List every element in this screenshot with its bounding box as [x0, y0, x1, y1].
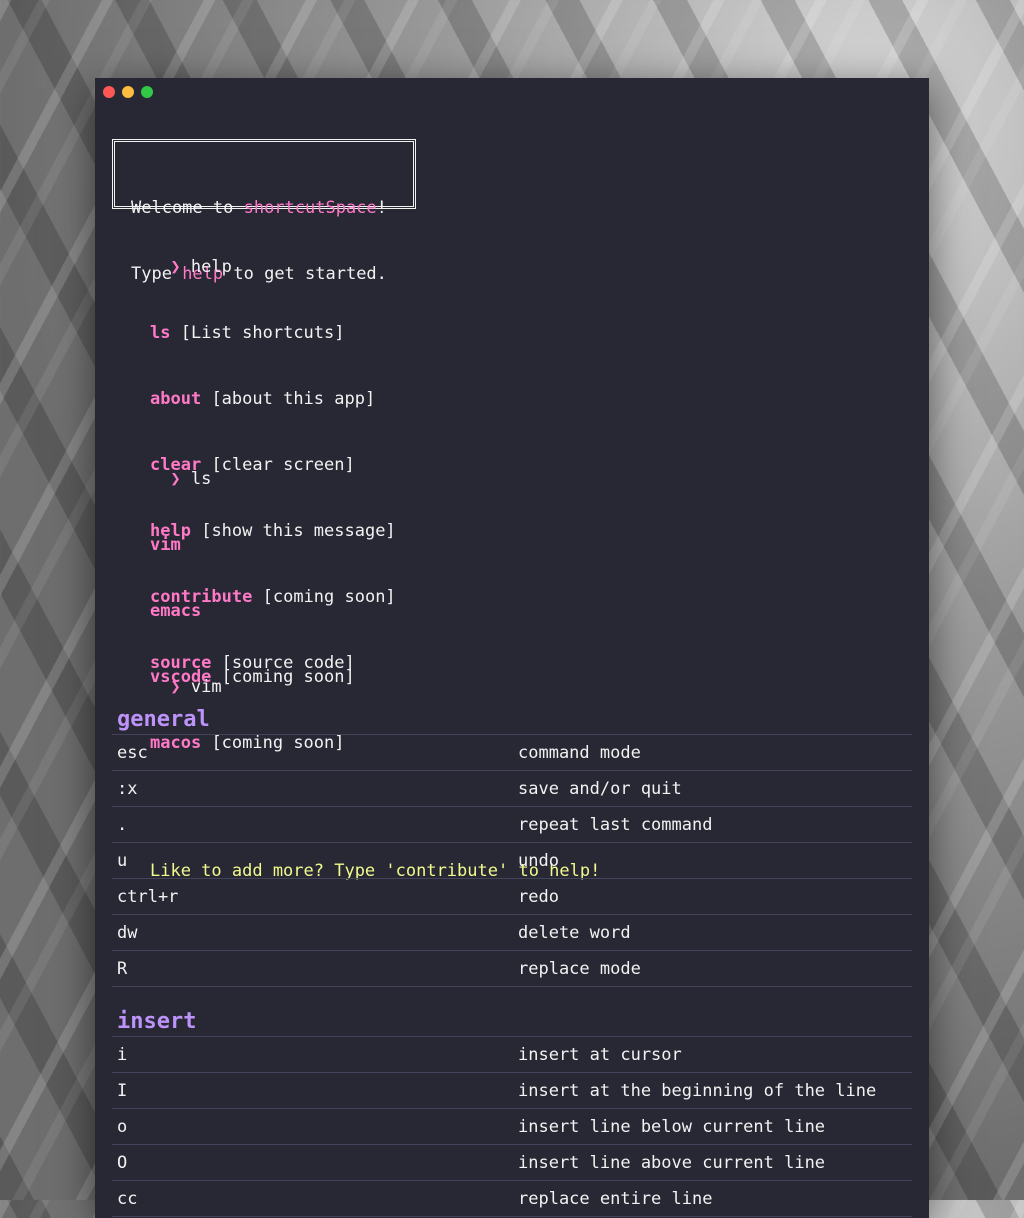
- shortcut-key: R: [117, 958, 128, 979]
- help-item: about [about this app]: [150, 389, 376, 409]
- shortcut-desc: redo: [518, 886, 559, 907]
- table-row: ctrl+r redo: [112, 878, 912, 914]
- terminal-window: Welcome to shortcutSpace! Type help to g…: [95, 78, 929, 1218]
- shortcut-desc: undo: [518, 850, 559, 871]
- ls-item: emacs: [150, 601, 202, 621]
- shortcut-key: u: [117, 850, 128, 871]
- prompt-input: vim: [190, 677, 222, 697]
- prompt-input: help: [190, 257, 232, 277]
- shortcut-desc: insert line below current line: [518, 1116, 826, 1137]
- help-item: ls [List shortcuts]: [150, 323, 345, 343]
- table-row: dw delete word: [112, 914, 912, 950]
- prompt-input: ls: [190, 469, 212, 489]
- shortcut-key: :x: [117, 778, 138, 799]
- shortcut-desc: replace entire line: [518, 1188, 713, 1209]
- zoom-button[interactable]: [141, 86, 153, 98]
- prompt-arrow-icon: ❯: [170, 469, 181, 489]
- shortcut-desc: insert at cursor: [518, 1044, 682, 1065]
- shortcut-desc: save and/or quit: [518, 778, 682, 799]
- shortcut-table-insert: i insert at cursor Iinsert at the beginni…: [112, 1036, 912, 1217]
- table-row: :x save and/or quit: [112, 770, 912, 806]
- table-row: Oinsert line above current line: [112, 1144, 912, 1180]
- app-name: shortcutSpace: [243, 198, 377, 218]
- section-title-general: general: [117, 707, 210, 732]
- table-row: Iinsert at the beginning of the line: [112, 1072, 912, 1108]
- shortcut-table-general: esc command mode :x save and/or quit . repe…: [112, 734, 912, 987]
- shortcut-key: dw: [117, 922, 138, 943]
- shortcut-key: cc: [117, 1188, 138, 1209]
- table-row: . repeat last command: [112, 806, 912, 842]
- shortcut-desc: repeat last command: [518, 814, 713, 835]
- shortcut-key: esc: [117, 742, 148, 763]
- shortcut-desc: insert at the beginning of the line: [518, 1080, 877, 1101]
- table-row: o insert line below current line: [112, 1108, 912, 1144]
- shortcut-key: o: [117, 1116, 128, 1137]
- table-row: u undo: [112, 842, 912, 878]
- shortcut-desc: insert line above current line: [518, 1152, 826, 1173]
- shortcut-desc: delete word: [518, 922, 631, 943]
- banner-line-1: Welcome to shortcutSpace!: [131, 198, 387, 218]
- table-row: esc command mode: [112, 734, 912, 770]
- section-title-insert: insert: [117, 1009, 197, 1034]
- shortcut-desc: command mode: [518, 742, 641, 763]
- shortcut-key: I: [117, 1080, 128, 1101]
- prompt-arrow-icon: ❯: [170, 677, 181, 697]
- shortcut-key: ctrl+r: [117, 886, 179, 907]
- minimize-button[interactable]: [122, 86, 134, 98]
- shortcut-desc: replace mode: [518, 958, 641, 979]
- ls-item: vim: [150, 535, 181, 555]
- prompt-arrow-icon: ❯: [170, 257, 181, 277]
- shortcut-key: O: [117, 1152, 128, 1173]
- shortcut-key: .: [117, 814, 128, 835]
- table-row: Rreplace mode: [112, 950, 912, 987]
- welcome-banner: Welcome to shortcutSpace! Type help to g…: [112, 139, 416, 284]
- table-row: cc replace entire line: [112, 1180, 912, 1217]
- table-row: i insert at cursor: [112, 1036, 912, 1072]
- window-controls: [103, 86, 153, 98]
- shortcut-key: i: [117, 1044, 128, 1065]
- close-button[interactable]: [103, 86, 115, 98]
